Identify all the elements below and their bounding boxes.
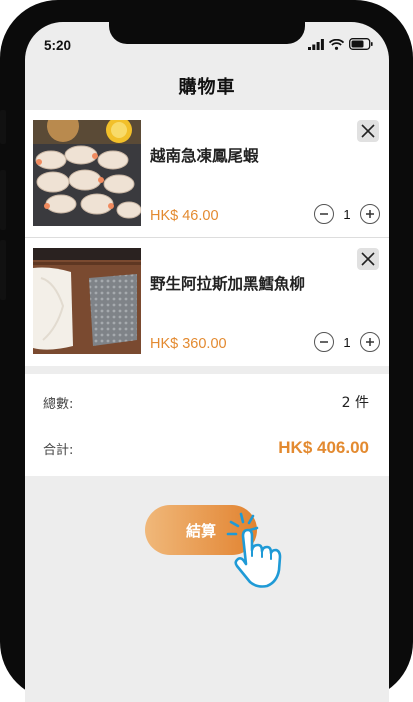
decrease-quantity-button[interactable] xyxy=(314,332,334,352)
signal-icon xyxy=(308,38,324,50)
remove-item-button[interactable] xyxy=(357,248,379,270)
cart-item: 野生阿拉斯加黑鱈魚柳 HK$ 360.00 1 xyxy=(25,237,389,364)
phone-notch xyxy=(109,22,305,44)
total-value: HK$ 406.00 xyxy=(278,438,369,457)
increase-quantity-button[interactable] xyxy=(360,332,380,352)
increase-quantity-button[interactable] xyxy=(360,204,380,224)
count-value: 2 件 xyxy=(341,395,369,411)
count-label: 總數: xyxy=(43,396,74,412)
cart-item: 越南急凍鳳尾蝦 HK$ 46.00 1 xyxy=(25,110,389,236)
quantity-value: 1 xyxy=(343,334,351,350)
product-image-shrimp xyxy=(33,120,141,226)
minus-icon xyxy=(320,341,328,343)
wifi-icon xyxy=(329,38,344,50)
cart-list: 越南急凍鳳尾蝦 HK$ 46.00 1 野生阿拉斯加黑鱈魚柳 HK$ 360.0… xyxy=(25,110,389,366)
phone-frame: 5:20 購物車 越南急凍鳳尾蝦 HK$ 46.00 1 野生阿拉斯加黑鱈魚柳 … xyxy=(0,0,413,702)
phone-side-button xyxy=(0,110,6,144)
plus-icon xyxy=(366,338,374,346)
summary-count-row: 總數: 2 件 xyxy=(43,392,369,412)
quantity-stepper: 1 xyxy=(314,204,380,224)
battery-icon xyxy=(349,38,373,50)
total-label: 合計: xyxy=(43,442,74,458)
remove-item-button[interactable] xyxy=(357,120,379,142)
app-header: 購物車 xyxy=(25,62,389,111)
decrease-quantity-button[interactable] xyxy=(314,204,334,224)
app-screen: 5:20 購物車 越南急凍鳳尾蝦 HK$ 46.00 1 野生阿拉斯加黑鱈魚柳 … xyxy=(25,22,389,702)
product-name[interactable]: 野生阿拉斯加黑鱈魚柳 xyxy=(150,274,335,295)
quantity-value: 1 xyxy=(343,206,351,222)
quantity-stepper: 1 xyxy=(314,332,380,352)
phone-side-button xyxy=(0,170,6,230)
summary-total-row: 合計: HK$ 406.00 xyxy=(43,438,369,458)
order-summary: 總數: 2 件 合計: HK$ 406.00 xyxy=(25,374,389,476)
page-title: 購物車 xyxy=(178,77,236,98)
status-icons xyxy=(308,37,373,51)
tap-hand-icon xyxy=(226,512,282,588)
plus-icon xyxy=(366,210,374,218)
minus-icon xyxy=(320,213,328,215)
close-icon xyxy=(361,124,375,138)
phone-side-button xyxy=(0,240,6,300)
product-price: HK$ 46.00 xyxy=(150,208,219,224)
close-icon xyxy=(361,252,375,266)
product-name[interactable]: 越南急凍鳳尾蝦 xyxy=(150,146,335,167)
status-time: 5:20 xyxy=(44,38,72,53)
product-price: HK$ 360.00 xyxy=(150,336,227,352)
product-image-cod xyxy=(33,248,141,354)
